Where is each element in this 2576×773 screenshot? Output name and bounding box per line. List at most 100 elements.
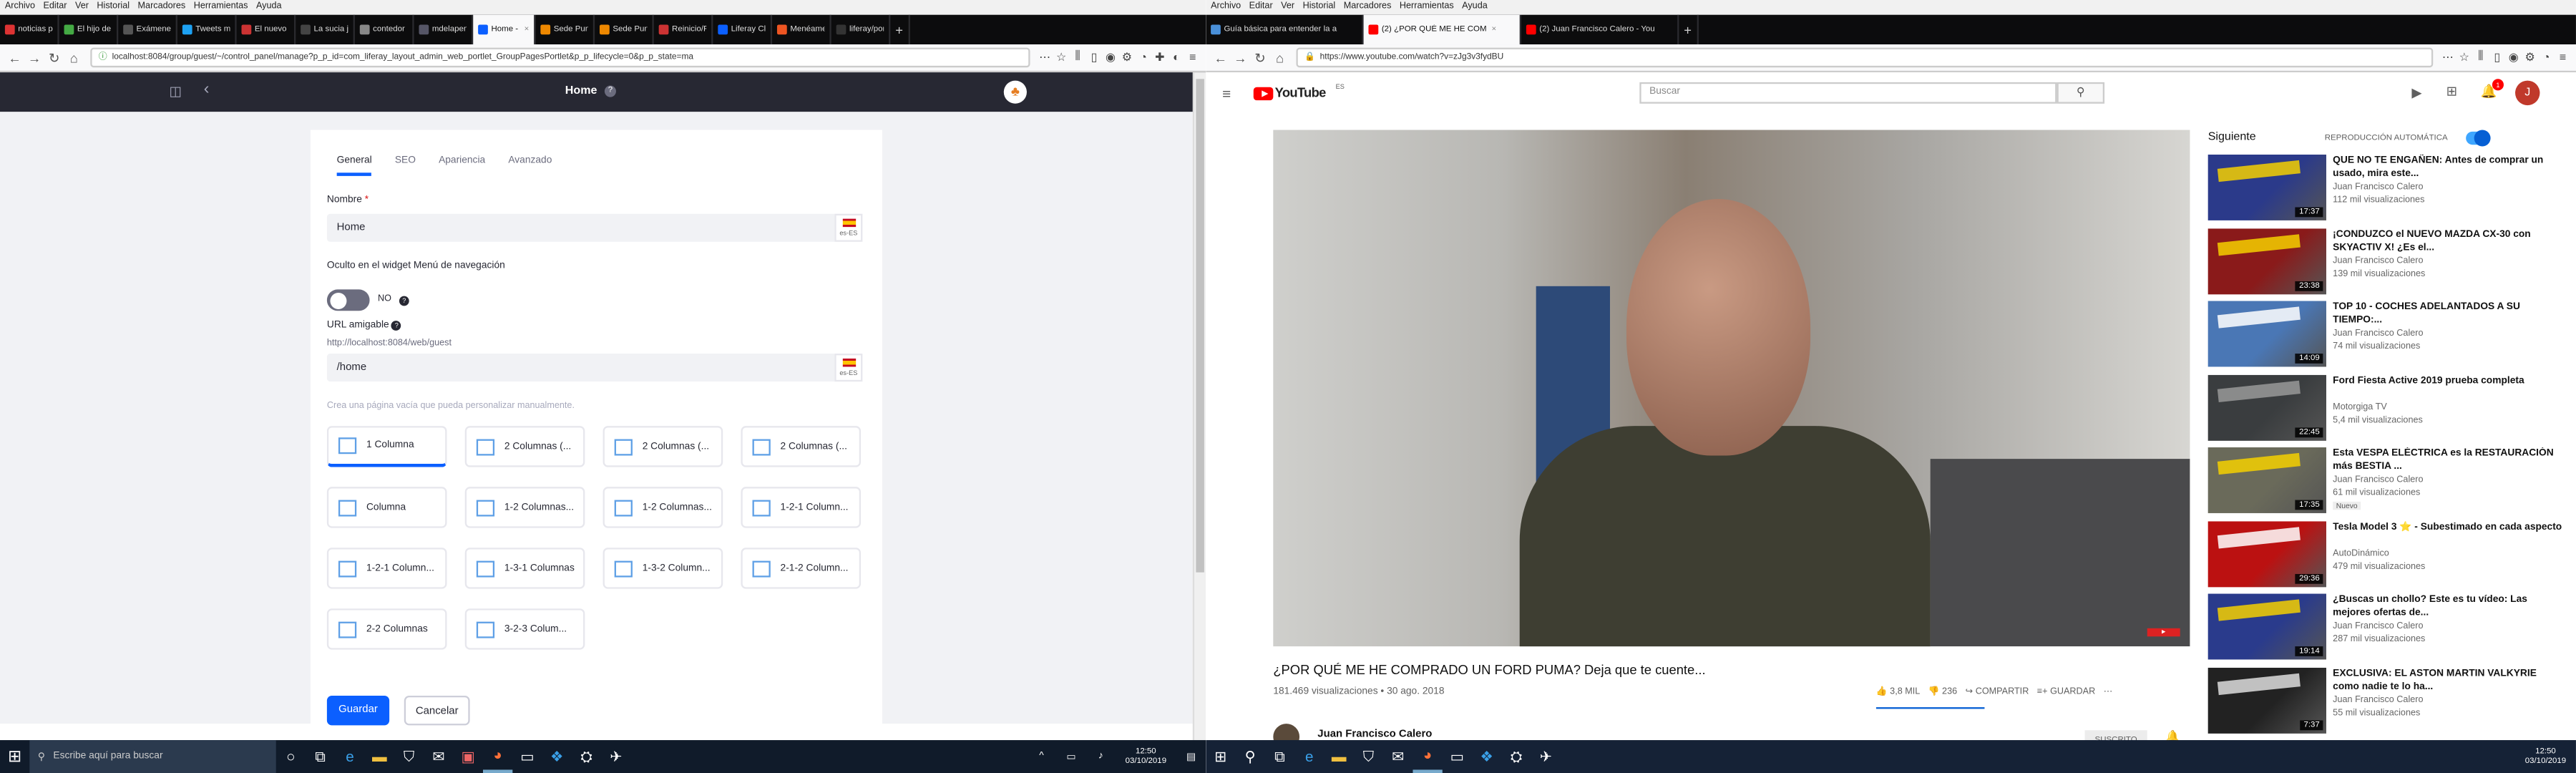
locale-selector[interactable]: es-ES [834,213,863,242]
apps-grid-icon[interactable]: ⊞ [2446,84,2457,99]
forward-icon[interactable]: → [24,50,44,65]
sidebar-video[interactable]: 14:09 TOP 10 - COCHES ADELANTADOS A SU TI… [2207,301,2562,367]
sidebar-video[interactable]: 17:37 QUE NO TE ENGAÑEN: Antes de comprar… [2207,155,2562,220]
windows-start-icon[interactable]: ⊞ [0,740,29,773]
extension-icon[interactable]: ⚙ [1119,51,1136,64]
terminal-icon[interactable]: ▭ [1443,740,1472,773]
cancel-button[interactable]: Cancelar [404,696,470,726]
channel-name[interactable]: Juan Francisco Calero [1317,729,1432,740]
bookmark-icon[interactable]: ☆ [1053,51,1070,64]
save-button[interactable]: Guardar [326,696,390,726]
browser-tab[interactable]: (2) Juan Francisco Calero - You [1521,14,1679,45]
firefox-icon[interactable]: ◕ [482,740,513,773]
layout-template-option[interactable]: 1-2-1 Column... [741,487,862,528]
sidebar-video-title[interactable]: ¡CONDUZCO el NUEVO MAZDA CX-30 con SKYAC… [2333,228,2562,254]
vscode-icon[interactable]: ❖ [1472,740,1501,773]
reload-icon[interactable]: ↻ [1250,50,1270,65]
save-to-playlist-button[interactable]: ≡+ GUARDAR [2037,688,2095,698]
file-explorer-icon[interactable]: ▬ [365,740,394,773]
like-button[interactable]: 👍 3,8 MIL [1876,688,1920,698]
browser-tab[interactable]: mdelapengu [414,14,474,45]
menu-icon[interactable]: ≡ [1184,52,1201,63]
menu-item[interactable]: Ayuda [1462,1,1488,11]
subscribe-watermark-icon[interactable]: ▶ [2147,628,2180,637]
url-bar[interactable]: ⓘ localhost:8084/group/guest/~/control_pa… [90,47,1030,68]
layout-template-option[interactable]: 2-1-2 Column... [741,548,862,589]
browser-tab[interactable]: Sede Punto [595,14,654,45]
friendly-url-input[interactable]: /home es-ES [326,354,863,382]
avatar[interactable]: J [2515,80,2540,106]
browser-tab[interactable]: Tweets más [177,14,237,45]
new-tab-icon[interactable]: + [1679,14,1699,45]
task-view-icon[interactable]: ⧉ [306,740,335,773]
video-thumbnail[interactable]: 17:37 [2207,155,2326,220]
close-icon[interactable]: × [1491,24,1496,34]
menu-item[interactable]: Ver [75,1,89,11]
app-icon[interactable]: ▣ [454,740,483,773]
autoplay-toggle[interactable] [2466,130,2491,147]
app-icon[interactable]: ⛭ [1501,740,1531,773]
hamburger-icon[interactable]: ≡ [1222,85,1231,102]
bookmark-icon[interactable]: ☆ [2456,51,2472,64]
more-actions-icon[interactable]: ⋯ [2104,688,2113,698]
video-thumbnail[interactable]: 7:37 [2207,666,2326,733]
library-icon[interactable]: ⫼ [1070,51,1086,64]
layout-template-option[interactable]: 2 Columnas (... [741,426,862,467]
menu-item[interactable]: Ver [1281,1,1294,11]
sidebar-video[interactable]: 29:36 Tesla Model 3 ⭐ - Subestimado en ca… [2207,520,2562,587]
back-arrow-icon[interactable]: ‹ [204,81,210,99]
terminal-icon[interactable]: ▭ [512,740,542,773]
upload-video-icon[interactable]: ▶ [2411,85,2421,100]
sidebar-video[interactable]: 23:38 ¡CONDUZCO el NUEVO MAZDA CX-30 con … [2207,228,2562,294]
close-icon[interactable]: × [525,24,530,34]
tab-general[interactable]: General [336,156,372,176]
menu-item[interactable]: Marcadores [138,1,186,11]
layout-template-option[interactable]: 1-2 Columnas... [464,487,585,528]
video-thumbnail[interactable]: 29:36 [2207,520,2326,587]
browser-tab[interactable]: contedor de [355,14,414,45]
library-icon[interactable]: ⫼ [2472,51,2489,64]
browser-tab[interactable]: Home - L × [473,14,536,45]
browser-tab[interactable]: noticias per [0,14,59,45]
video-thumbnail[interactable]: 14:09 [2207,301,2326,367]
scrollbar[interactable] [1192,72,1206,741]
app-icon[interactable]: ✈ [601,740,630,773]
windows-start-icon[interactable]: ⊞ [1206,740,1235,773]
url-bar[interactable]: 🔒 https://www.youtube.com/watch?v=zJg3v3f… [1296,47,2434,68]
menu-item[interactable]: Historial [1303,1,1336,11]
store-icon[interactable]: ⛉ [1354,740,1383,773]
forward-icon[interactable]: → [1231,50,1251,65]
menu-item[interactable]: Herramientas [1400,1,1454,11]
menu-item[interactable]: Marcadores [1344,1,1392,11]
search-button[interactable]: ⚲ [2057,82,2105,104]
video-thumbnail[interactable]: 22:45 [2207,374,2326,440]
sidebar-icon[interactable]: ▯ [1086,51,1103,64]
sidebar-video-title[interactable]: EXCLUSIVA: EL ASTON MARTIN VALKYRIE como… [2333,667,2562,694]
task-view-icon[interactable]: ⧉ [1265,740,1294,773]
store-icon[interactable]: ⛉ [394,740,424,773]
file-explorer-icon[interactable]: ▬ [1324,740,1353,773]
sidebar-video-title[interactable]: ¿Buscas un chollo? Este es tu vídeo: Las… [2333,594,2562,621]
help-icon[interactable]: ? [604,85,616,97]
layout-template-option[interactable]: 1-2-1 Column... [326,548,447,589]
menu-item[interactable]: Ayuda [256,1,282,11]
mail-icon[interactable]: ✉ [1383,740,1413,773]
browser-tab[interactable]: Sede Punto [535,14,595,45]
layout-template-option[interactable]: 2-2 Columnas [326,608,447,650]
browser-tab[interactable]: Liferay Clou [713,14,773,45]
more-icon[interactable]: ⋯ [2439,51,2456,64]
extension-icon[interactable]: ✚ [1151,51,1168,64]
sidebar-icon[interactable]: ▯ [2489,51,2505,64]
menu-item[interactable]: Historial [97,1,130,11]
volume-icon[interactable]: ♪ [1086,740,1116,773]
layout-template-option[interactable]: Columna [326,487,447,528]
info-icon[interactable]: ? [399,296,409,306]
youtube-logo-icon[interactable] [1253,87,1274,101]
video-thumbnail[interactable]: 23:38 [2207,228,2326,294]
firefox-icon[interactable]: ◕ [1413,740,1443,773]
youtube-logo-text[interactable]: YouTube [1275,85,1327,100]
layout-template-option[interactable]: 1-2 Columnas... [602,487,723,528]
menu-item[interactable]: Archivo [1211,1,1241,11]
sidebar-video[interactable]: 22:45 Ford Fiesta Active 2019 prueba comp… [2207,374,2562,440]
edge-icon[interactable]: e [335,740,364,773]
